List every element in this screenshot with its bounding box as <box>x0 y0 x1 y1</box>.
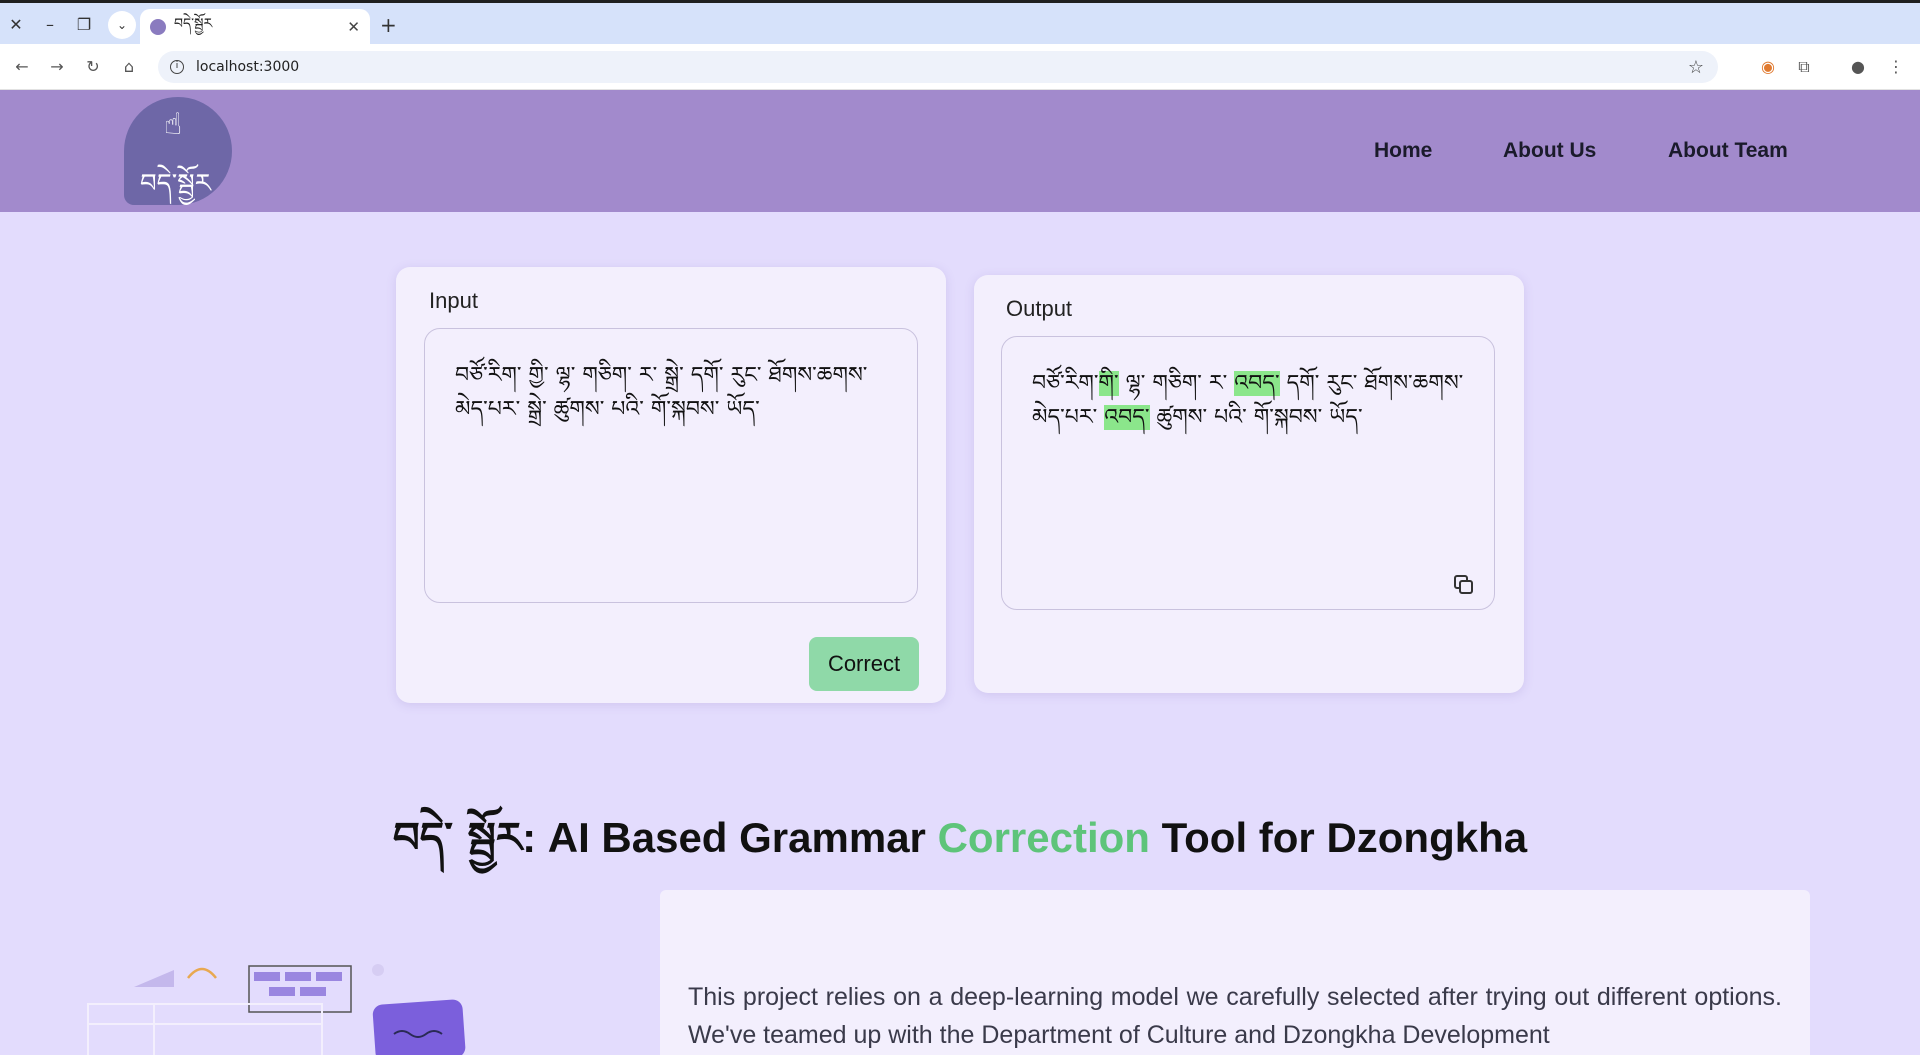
nav-about-team[interactable]: About Team <box>1668 139 1788 163</box>
profile-avatar-icon[interactable]: ● <box>1846 55 1870 79</box>
bookmark-star-icon[interactable]: ☆ <box>1688 57 1704 78</box>
correction-highlight: གི་ <box>1098 371 1119 396</box>
tab-title: བདེ་སྦྱོར <box>174 16 213 32</box>
close-window-icon[interactable]: ✕ <box>4 13 28 37</box>
tab-search-chevron-icon[interactable]: ⌄ <box>108 11 136 39</box>
address-bar[interactable]: i localhost:3000 ☆ <box>158 51 1718 83</box>
browser-tabbar: ✕ – ❐ ⌄ བདེ་སྦྱོར ✕ + <box>0 0 1920 45</box>
back-icon[interactable]: ← <box>10 55 34 79</box>
extension-icon[interactable]: ◉ <box>1756 55 1780 79</box>
forward-icon[interactable]: → <box>45 55 69 79</box>
minimize-icon[interactable]: – <box>38 13 62 37</box>
correct-button[interactable]: Correct <box>809 637 919 691</box>
output-text: བཙོ་རིག་ <box>1032 371 1099 396</box>
copy-icon[interactable] <box>1454 575 1474 595</box>
site-info-icon[interactable]: i <box>170 60 184 74</box>
logo[interactable]: ☝ བདེ་སྦྱོར <box>124 97 232 205</box>
nav-home[interactable]: Home <box>1374 139 1432 163</box>
input-textarea[interactable]: བཙོ་རིག་ གྱི་ ལྷ་ གཅིག་ ར་ སྒྲེ་ དགོ་ རུ… <box>424 328 918 603</box>
title-dzongkha: བདེ་ སྦྱོར <box>392 813 523 862</box>
home-icon[interactable]: ⌂ <box>117 55 141 79</box>
title-prefix: : AI Based Grammar <box>522 814 938 861</box>
correction-highlight: འབད་ <box>1234 371 1280 396</box>
output-text: ཚུགས་ པའི་ གོ་སྐབས་ ཡོད་ <box>1149 405 1363 430</box>
new-tab-icon[interactable]: + <box>380 13 397 37</box>
restore-icon[interactable]: ❐ <box>72 13 96 37</box>
app-header: ☝ བདེ་སྦྱོར Home About Us About Team <box>0 90 1920 212</box>
browser-tab[interactable]: བདེ་སྦྱོར ✕ <box>140 9 370 45</box>
title-accent: Correction <box>937 814 1150 861</box>
output-label: Output <box>1006 296 1073 321</box>
hand-pointer-icon: ☝ <box>164 107 183 142</box>
correction-highlight: འབད་ <box>1104 405 1150 430</box>
url-text[interactable]: localhost:3000 <box>196 59 299 75</box>
about-card: This project relies on a deep-learning m… <box>660 890 1810 1055</box>
output-textbox: བཙོ་རིག་གི་ ལྷ་ གཅིག་ ར་ འབད་ དགོ་ རུང་ … <box>1001 336 1495 610</box>
about-text: This project relies on a deep-learning m… <box>688 983 1782 1049</box>
menu-kebab-icon[interactable]: ⋮ <box>1884 55 1908 79</box>
illustration <box>87 964 466 1055</box>
browser-toolbar: ← → ↻ ⌂ i localhost:3000 ☆ ◉ ⧉ ● ⋮ <box>0 44 1920 90</box>
tab-close-icon[interactable]: ✕ <box>347 18 360 36</box>
input-label: Input <box>429 288 478 313</box>
extensions-puzzle-icon[interactable]: ⧉ <box>1792 55 1816 79</box>
favicon-icon <box>150 19 166 35</box>
reload-icon[interactable]: ↻ <box>81 55 105 79</box>
nav-about-us[interactable]: About Us <box>1503 139 1596 163</box>
title-suffix: Tool for Dzongkha <box>1149 814 1528 861</box>
output-text: ལྷ་ གཅིག་ ར་ <box>1118 371 1228 396</box>
logo-text: བདེ་སྦྱོར <box>140 169 211 199</box>
